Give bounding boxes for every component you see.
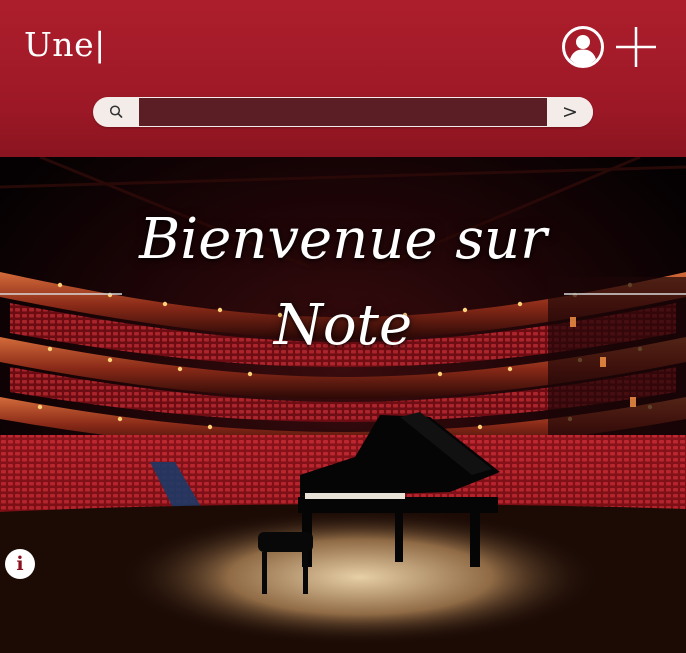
search-button[interactable] — [93, 97, 139, 127]
info-icon: i — [16, 553, 24, 575]
top-header: Une| > — [0, 0, 686, 157]
hero-title: Bienvenue sur Note — [0, 197, 686, 369]
app-logo[interactable]: Une| — [24, 24, 106, 66]
hero-title-line-1: Bienvenue sur — [139, 207, 547, 272]
hero-banner: Bienvenue sur Note i — [0, 157, 686, 653]
account-button[interactable] — [562, 26, 604, 68]
add-button[interactable] — [614, 25, 658, 69]
app-root: Une| > Bienvenue sur Note i — [0, 0, 686, 653]
search-submit-button[interactable]: > — [547, 97, 593, 127]
plus-icon — [616, 27, 656, 67]
search-icon — [109, 105, 123, 118]
hero-title-line-2: Note — [273, 293, 413, 358]
search-input[interactable] — [139, 98, 547, 126]
user-circle-icon — [562, 26, 604, 68]
info-button[interactable]: i — [5, 549, 35, 579]
search-bar: > — [93, 97, 593, 127]
